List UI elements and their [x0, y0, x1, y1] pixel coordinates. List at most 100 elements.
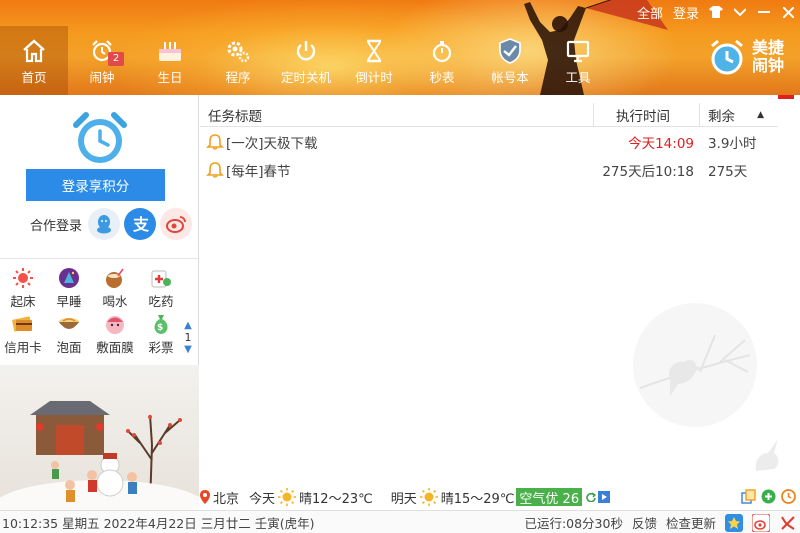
page-up-icon[interactable]: ▲: [184, 320, 192, 331]
table-row[interactable]: [每年]春节 275天后10:18 275天: [200, 156, 778, 184]
page-number: 1: [184, 331, 192, 344]
play-more-icon[interactable]: [598, 491, 611, 503]
shield-icon: [497, 38, 523, 64]
status-right: 已运行:08分30秒 反馈 检查更新: [524, 511, 800, 533]
quick-item-water[interactable]: 喝水: [92, 265, 138, 311]
add-task-icon[interactable]: [760, 488, 776, 504]
task-table-body: [一次]天极下载 今天14:09 3.9小时 [每年]春节 275天后10:18…: [200, 128, 778, 184]
task-exec-time: 今天14:09: [628, 136, 694, 152]
column-header-title[interactable]: 任务标题: [200, 103, 594, 127]
bell-icon: [206, 162, 224, 178]
table-header: 任务标题 执行时间 剩余 ▲: [200, 103, 778, 127]
alipay-login-button[interactable]: 支: [124, 208, 157, 240]
login-points-button[interactable]: 登录享积分: [26, 169, 165, 201]
sun-icon: [12, 267, 34, 289]
column-header-time[interactable]: 执行时间: [594, 103, 700, 127]
svg-text:支: 支: [132, 215, 150, 234]
nav-item-accountbook[interactable]: 帐号本: [476, 26, 544, 95]
sunny-icon: [419, 488, 438, 506]
nav-item-shutdown[interactable]: 定时关机: [272, 26, 340, 95]
noodle-bowl-icon: [58, 313, 80, 335]
left-panel: 登录享积分 合作登录 支 起床 早睡 喝水 吃药 信用卡 泡面 敷面膜 $ 彩票…: [0, 95, 199, 510]
refresh-icon[interactable]: [586, 492, 597, 502]
qq-login-button[interactable]: [88, 208, 121, 240]
air-quality-badge: 空气优 26: [516, 488, 583, 507]
login-link[interactable]: 登录: [668, 3, 704, 22]
power-icon: [293, 38, 319, 64]
nav-item-tools[interactable]: 工具: [544, 26, 612, 95]
nav-item-countdown[interactable]: 倒计时: [340, 26, 408, 95]
medicine-icon: [150, 267, 172, 289]
nav-item-stopwatch[interactable]: 秒表: [408, 26, 476, 95]
nav-item-alarm[interactable]: 闹钟 2: [68, 26, 136, 95]
task-list-area: 任务标题 执行时间 剩余 ▲ [一次]天极下载 今天14:09 3.9小时 [每…: [200, 95, 800, 490]
share-icon[interactable]: [779, 514, 797, 532]
task-title: [每年]春节: [226, 164, 291, 180]
table-row[interactable]: [一次]天极下载 今天14:09 3.9小时: [200, 128, 778, 156]
nav-label: 倒计时: [355, 70, 393, 85]
cooperative-login: 合作登录 支: [30, 208, 193, 240]
qzone-icon[interactable]: [725, 513, 743, 532]
close-icon[interactable]: [776, 0, 800, 24]
nav-item-birthday[interactable]: 生日: [136, 26, 204, 95]
clock-settings-icon[interactable]: [780, 488, 796, 504]
main-nav: 首页 闹钟 2 生日 程序 定时关机 倒计时 秒表 帐号本 工具: [0, 26, 612, 95]
copy-icon[interactable]: [740, 488, 756, 504]
nav-label: 工具: [565, 70, 591, 85]
nav-item-home[interactable]: 首页: [0, 26, 68, 95]
current-datetime: 10:12:35 星期五 2022年4月22日 三月廿二 壬寅(虎年): [2, 515, 315, 531]
red-accent-mark: [778, 95, 794, 99]
face-mask-icon: [104, 313, 126, 335]
top-banner: 全部 登录 首页 闹钟 2 生日 程序 定时关机 倒计时 秒表 帐号本 工具 美…: [0, 0, 800, 95]
sunny-icon: [278, 488, 297, 506]
weibo-icon: [166, 216, 186, 233]
alipay-icon: 支: [132, 215, 150, 234]
weather-tools: [740, 488, 796, 504]
sort-asc-icon: ▲: [757, 110, 764, 120]
nav-label: 程序: [225, 70, 251, 85]
nav-label: 闹钟: [89, 70, 115, 85]
quick-item-wake[interactable]: 起床: [0, 265, 46, 311]
quick-item-sleep[interactable]: 早睡: [46, 265, 92, 311]
task-exec-time: 275天后10:18: [602, 164, 694, 180]
app-logo: 美捷 闹钟: [708, 38, 792, 76]
quick-item-credit-card[interactable]: 信用卡: [0, 311, 46, 357]
stopwatch-icon: [429, 38, 455, 64]
check-update-link[interactable]: 检查更新: [666, 513, 716, 532]
all-link[interactable]: 全部: [632, 3, 668, 22]
column-header-remain[interactable]: 剩余 ▲: [700, 103, 772, 127]
divider: [0, 258, 199, 259]
feedback-link[interactable]: 反馈: [632, 513, 657, 532]
bell-icon: [206, 134, 224, 150]
monitor-icon: [565, 38, 591, 64]
minimize-icon[interactable]: [752, 0, 776, 24]
task-remaining: 275天: [708, 164, 748, 180]
skin-icon[interactable]: [704, 0, 728, 24]
weather-today: 今天 晴12～23℃: [249, 488, 373, 507]
nav-label: 帐号本: [491, 70, 529, 85]
logo-clock-icon: [711, 39, 743, 75]
weather-tomorrow: 明天 晴15～29℃: [391, 488, 514, 507]
nav-label: 秒表: [429, 70, 455, 85]
weather-city[interactable]: 北京: [200, 488, 239, 507]
coop-login-label: 合作登录: [30, 218, 83, 234]
nav-label: 定时关机: [280, 70, 331, 85]
quick-row: 信用卡 泡面 敷面膜 $ 彩票: [0, 311, 185, 357]
weibo-share-icon[interactable]: [752, 513, 770, 532]
quick-item-medicine[interactable]: 吃药: [138, 265, 184, 311]
alarm-clock-logo-icon: [73, 112, 127, 163]
running-time: 已运行:08分30秒: [524, 516, 623, 531]
money-bag-icon: $: [150, 313, 172, 335]
task-remaining: 3.9小时: [708, 136, 757, 152]
hourglass-icon: [361, 38, 387, 64]
weibo-login-button[interactable]: [160, 208, 193, 240]
moon-icon: [58, 267, 80, 289]
nav-item-program[interactable]: 程序: [204, 26, 272, 95]
quick-reminder-grid: 起床 早睡 喝水 吃药 信用卡 泡面 敷面膜 $ 彩票: [0, 265, 185, 357]
page-down-icon[interactable]: ▼: [184, 344, 192, 355]
quick-item-lottery[interactable]: $ 彩票: [138, 311, 184, 357]
menu-icon[interactable]: [728, 0, 752, 24]
quick-item-noodle[interactable]: 泡面: [46, 311, 92, 357]
quick-item-face-mask[interactable]: 敷面膜: [92, 311, 138, 357]
qq-icon: [97, 215, 112, 234]
